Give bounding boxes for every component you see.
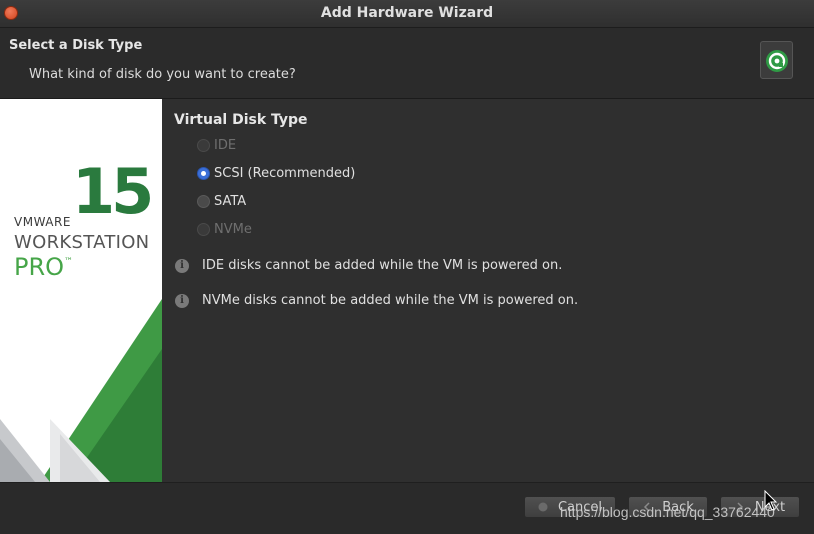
radio-option-scsi[interactable]: SCSI (Recommended) [197,164,355,182]
mouse-cursor-icon [764,490,778,511]
product-version: 15 [72,155,154,228]
info-icon: i [175,258,189,273]
info-icon: i [175,293,189,308]
title-bar: Add Hardware Wizard [0,0,814,28]
disk-type-heading: Virtual Disk Type [174,112,308,128]
notice-text: IDE disks cannot be added while the VM i… [202,258,563,273]
notice-text: NVMe disks cannot be added while the VM … [202,293,579,308]
notice-ide: i IDE disks cannot be added while the VM… [175,258,562,273]
watermark-url: https://blog.csdn.net/qq_33762440 [560,504,775,520]
sata-label[interactable]: SATA [214,194,246,209]
ide-label: IDE [214,137,237,153]
page-title: Select a Disk Type [9,38,143,53]
scsi-label[interactable]: SCSI (Recommended) [214,166,355,181]
product-name: WORKSTATION [14,232,150,253]
notice-nvme: i NVMe disks cannot be added while the V… [175,293,578,308]
wizard-logo [760,41,793,79]
ide-radio [197,138,210,152]
scsi-radio[interactable] [197,166,210,180]
main-panel: Virtual Disk Type IDE SCSI (Recommended)… [162,99,814,482]
cancel-icon [538,502,548,512]
wizard-header: Select a Disk Type What kind of disk do … [0,28,814,99]
page-subtitle: What kind of disk do you want to create? [29,67,296,82]
trademark-mark: ™ [64,257,74,267]
radio-option-sata[interactable]: SATA [197,192,246,210]
radio-option-nvme: NVMe [197,220,252,238]
edition-label: PRO [14,253,65,281]
product-edition: PRO™ [14,253,73,281]
sata-radio[interactable] [197,194,210,208]
brand-name: VMWARE [14,215,71,229]
branding-panel: 15 VMWARE WORKSTATION PRO™ [0,99,162,482]
window-title: Add Hardware Wizard [320,5,494,21]
radio-option-ide: IDE [197,136,236,154]
nvme-label: NVMe [214,221,252,237]
nvme-radio [197,222,210,236]
disk-icon [766,50,788,72]
